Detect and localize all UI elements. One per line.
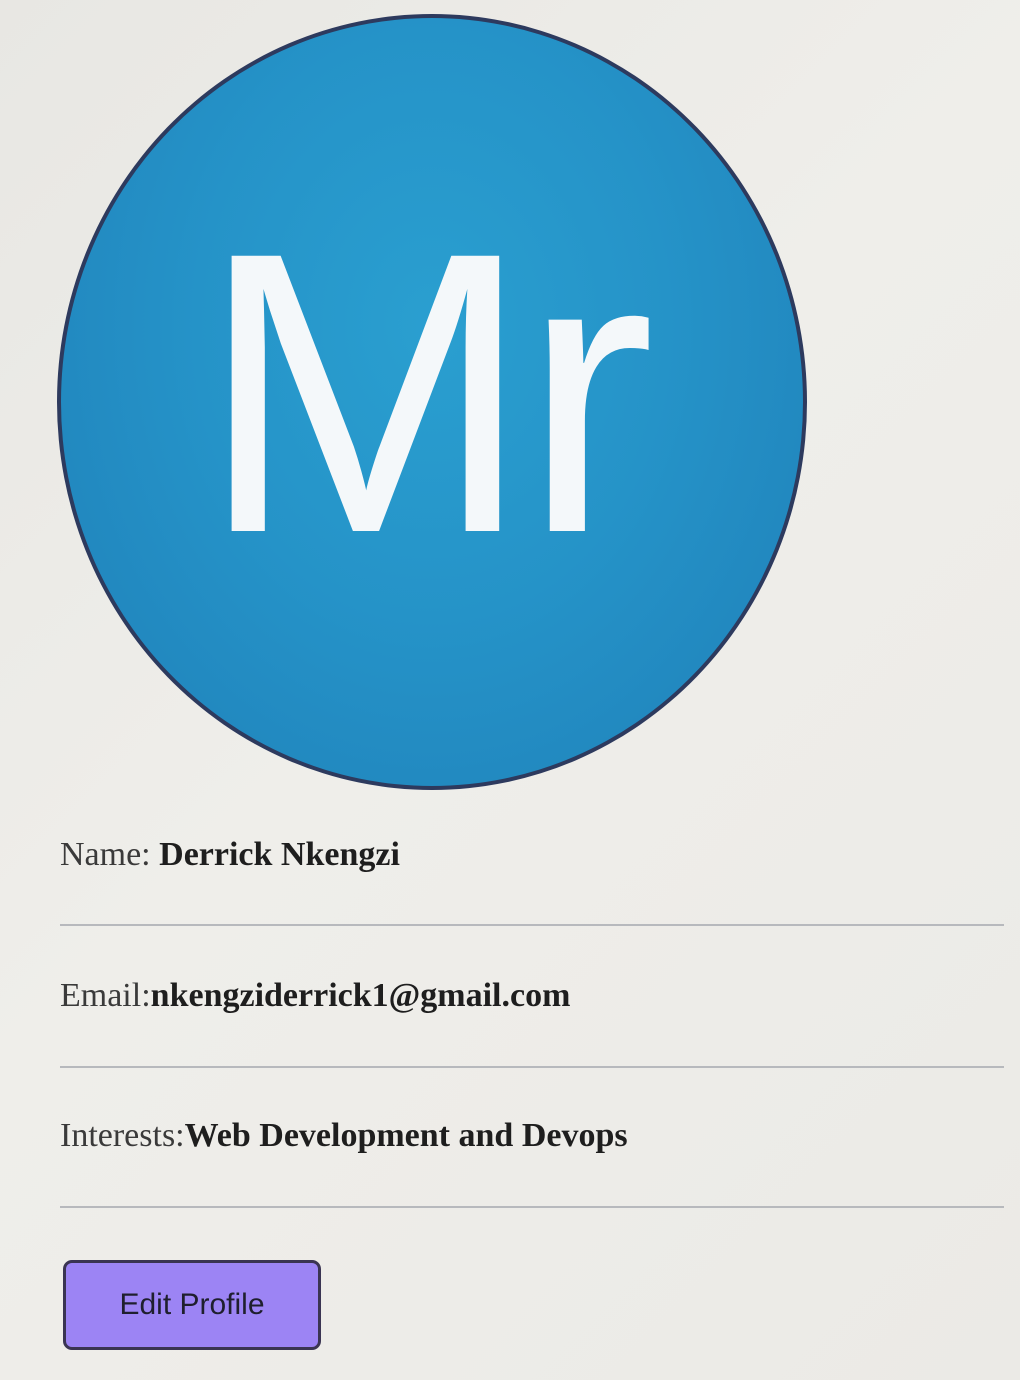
divider (60, 1066, 1004, 1068)
interests-row: Interests:Web Development and Devops (60, 1117, 628, 1155)
edit-profile-button[interactable]: Edit Profile (63, 1260, 321, 1350)
divider (60, 1206, 1004, 1208)
profile-page: Mr Name: Derrick Nkengzi Email:nkengzide… (0, 0, 1020, 1380)
name-row: Name: Derrick Nkengzi (60, 836, 400, 874)
email-value: nkengziderrick1@gmail.com (150, 977, 571, 1014)
interests-value: Web Development and Devops (184, 1117, 628, 1154)
name-value: Derrick Nkengzi (159, 836, 400, 873)
name-label: Name: (60, 836, 151, 873)
avatar: Mr (57, 14, 807, 790)
email-row: Email:nkengziderrick1@gmail.com (60, 977, 570, 1015)
interests-label: Interests: (60, 1117, 185, 1154)
email-label: Email: (60, 977, 151, 1014)
divider (60, 924, 1004, 926)
avatar-initials: Mr (198, 169, 655, 616)
